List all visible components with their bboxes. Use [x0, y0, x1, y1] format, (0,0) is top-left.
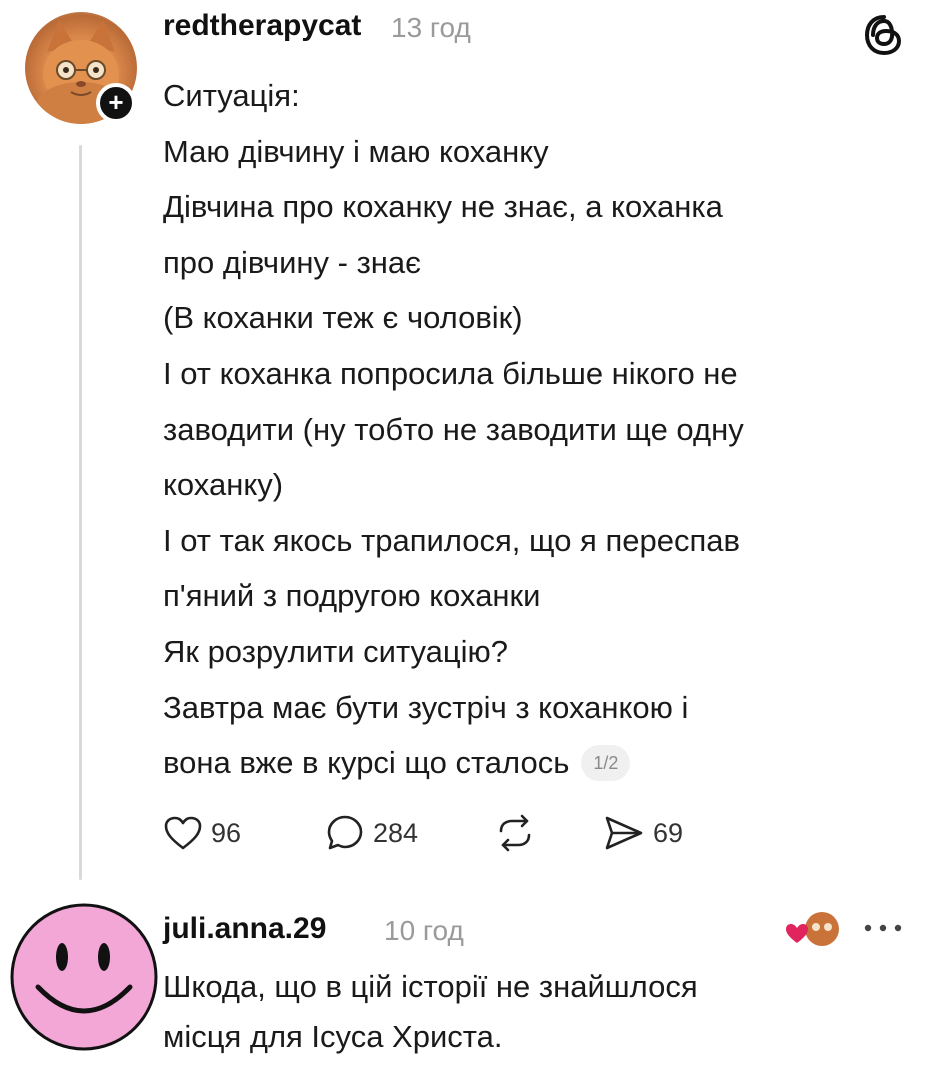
heart-icon	[164, 816, 202, 850]
plus-icon: +	[108, 87, 124, 117]
post-text-line: Завтра має бути зустріч з коханкою і	[163, 689, 689, 725]
post-text-line: коханку)	[163, 467, 284, 503]
reply-username[interactable]: juli.anna.29	[163, 912, 326, 946]
more-dots-icon[interactable]	[862, 916, 904, 940]
reply-text: Шкода, що в цій історії не знайшлося міс…	[163, 962, 903, 1062]
post-text-line: заводити (ну тобто не заводити ще одну	[163, 411, 744, 447]
reply-text-line: Шкода, що в цій історії не знайшлося	[163, 969, 698, 1004]
post-text-line: п'яний з подругою коханки	[163, 578, 541, 614]
post-username[interactable]: redtherapycat	[163, 9, 361, 43]
post-text-line: Ситуація:	[163, 78, 300, 113]
reply-button[interactable]: 284	[325, 808, 418, 858]
repost-button[interactable]	[493, 808, 537, 858]
comment-bubble-icon	[327, 815, 363, 850]
post-text-line: (В коханки теж є чоловік)	[163, 300, 523, 336]
post-text-line: вона вже в курсі що сталось 1/2	[163, 735, 923, 791]
share-button[interactable]: 69	[603, 808, 683, 858]
reply-count: 284	[373, 817, 419, 848]
reply-text-line: місця для Ісуса Христа.	[163, 1019, 503, 1054]
post-text-last-line: вона вже в курсі що сталось	[163, 745, 570, 781]
like-count: 96	[211, 817, 242, 848]
thread-connector-line	[79, 145, 82, 880]
reply-avatar[interactable]	[4, 897, 164, 1057]
send-icon	[605, 816, 643, 850]
post-text-line: Дівчина про коханку не знає, а коханка	[163, 189, 723, 225]
follow-button[interactable]: +	[96, 83, 136, 123]
post-text-line: І от коханка попросила більше нікого не	[163, 355, 738, 391]
post-text: Ситуація: Маю дівчину і маю коханку Дівч…	[163, 68, 923, 791]
post-text-line: Маю дівчину і маю коханку	[163, 133, 549, 169]
post-time: 13 год	[391, 12, 471, 43]
post-text-line: про дівчину - знає	[163, 244, 421, 280]
repost-icon	[499, 814, 531, 852]
page-indicator[interactable]: 1/2	[581, 745, 631, 782]
liked-by-author-icon	[786, 912, 839, 946]
post-text-line: І от так якось трапилося, що я переспав	[163, 522, 740, 558]
reply-time: 10 год	[384, 915, 464, 946]
threads-logo-icon[interactable]	[862, 13, 906, 57]
post-text-line: Як розрулити ситуацію?	[163, 633, 509, 669]
share-count: 69	[653, 817, 684, 848]
like-button[interactable]: 96	[163, 808, 241, 858]
